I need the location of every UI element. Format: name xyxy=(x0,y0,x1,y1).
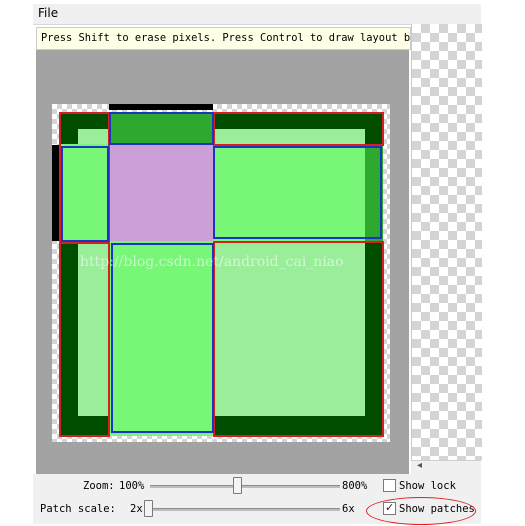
zoom-min-label: 100% xyxy=(119,480,145,492)
nine-patch-image[interactable] xyxy=(52,104,390,442)
zoom-label: Zoom: xyxy=(83,480,115,492)
patch-max-label: 6x xyxy=(342,503,355,515)
hint-bar: Press Shift to erase pixels. Press Contr… xyxy=(36,27,411,50)
show-lock-checkbox[interactable] xyxy=(383,479,396,492)
preview-scrollbar[interactable]: ◂ xyxy=(411,460,481,475)
patch-scale-slider-thumb[interactable] xyxy=(144,500,153,517)
outline-blue-left xyxy=(61,146,109,242)
patch-min-label: 2x xyxy=(130,503,143,515)
outline-blue-bottom xyxy=(111,243,214,433)
outline-red-bottom-right xyxy=(213,241,384,437)
show-lock-label[interactable]: Show lock xyxy=(399,480,456,492)
zoom-max-label: 800% xyxy=(342,480,368,492)
outline-blue-top xyxy=(109,112,214,145)
outline-blue-right xyxy=(213,146,382,239)
outline-red-top-right xyxy=(213,112,384,146)
hint-text: Press Shift to erase pixels. Press Contr… xyxy=(41,32,411,44)
scroll-left-icon[interactable]: ◂ xyxy=(417,460,422,471)
patch-scale-label: Patch scale: xyxy=(40,503,116,515)
watermark: http://blog.csdn.net/android_cai_niao xyxy=(80,254,344,270)
outline-red-bottom-left xyxy=(59,241,110,437)
highlight-ellipse xyxy=(366,497,476,525)
left-stretch-marker xyxy=(52,145,59,241)
menu-bar: File xyxy=(33,4,481,25)
top-stretch-marker xyxy=(109,104,213,110)
preview-pane[interactable] xyxy=(411,24,482,460)
zoom-slider-thumb[interactable] xyxy=(233,477,242,494)
patch-scale-slider-track[interactable] xyxy=(145,508,340,511)
zoom-slider-track[interactable] xyxy=(150,485,340,488)
patch-center xyxy=(109,144,213,241)
menu-file[interactable]: File xyxy=(38,6,58,20)
